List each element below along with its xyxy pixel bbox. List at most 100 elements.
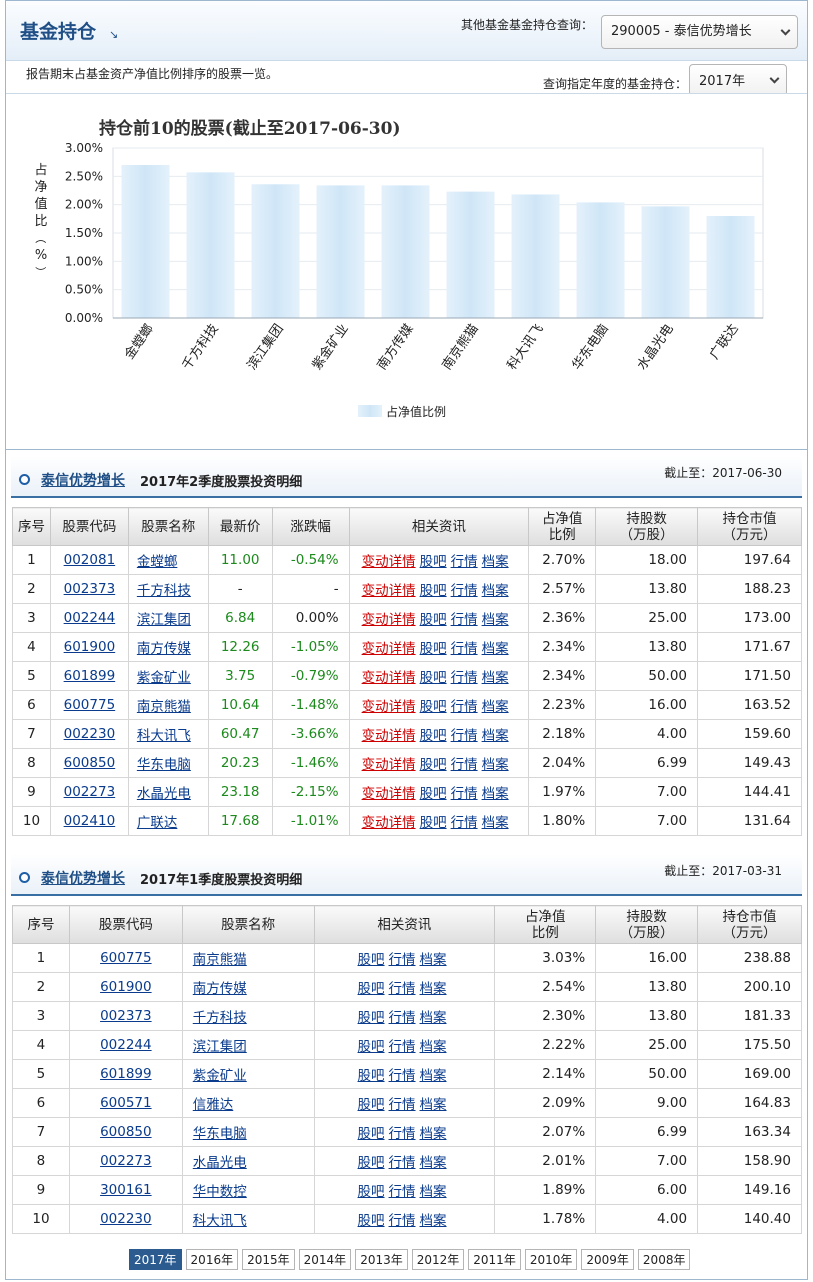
info-link[interactable]: 股吧	[420, 786, 447, 802]
info-link[interactable]: 股吧	[358, 1155, 385, 1171]
bar[interactable]	[251, 184, 300, 318]
stock-name-link[interactable]: 科大讯飞	[193, 1213, 247, 1229]
stock-code-link[interactable]: 002230	[64, 726, 116, 742]
info-link[interactable]: 档案	[420, 981, 447, 997]
info-link[interactable]: 档案	[482, 554, 509, 570]
legend-label[interactable]: 占净值比例	[386, 404, 446, 419]
info-link[interactable]: 股吧	[420, 728, 447, 744]
info-link[interactable]: 行情	[389, 981, 416, 997]
info-link[interactable]: 股吧	[358, 1068, 385, 1084]
info-link[interactable]: 行情	[451, 728, 478, 744]
change-detail-link[interactable]: 变动详情	[362, 815, 416, 831]
stock-name-link[interactable]: 华中数控	[193, 1184, 247, 1200]
change-detail-link[interactable]: 变动详情	[362, 670, 416, 686]
info-link[interactable]: 行情	[451, 786, 478, 802]
stock-code-link[interactable]: 002373	[64, 581, 116, 597]
change-detail-link[interactable]: 变动详情	[362, 612, 416, 628]
info-link[interactable]: 档案	[482, 728, 509, 744]
info-link[interactable]: 档案	[420, 952, 447, 968]
info-link[interactable]: 股吧	[420, 554, 447, 570]
q1-fund-link[interactable]: 泰信优势增长	[41, 868, 125, 888]
stock-code-link[interactable]: 600850	[64, 755, 116, 771]
info-link[interactable]: 股吧	[420, 641, 447, 657]
info-link[interactable]: 股吧	[358, 1039, 385, 1055]
info-link[interactable]: 档案	[420, 1068, 447, 1084]
stock-name-link[interactable]: 信雅达	[193, 1097, 234, 1113]
info-link[interactable]: 行情	[451, 554, 478, 570]
stock-code-link[interactable]: 002244	[100, 1037, 152, 1053]
info-link[interactable]: 档案	[420, 1010, 447, 1026]
stock-code-link[interactable]: 002373	[100, 1008, 152, 1024]
stock-code-link[interactable]: 002273	[64, 784, 116, 800]
year-tab[interactable]: 2008年	[637, 1249, 691, 1270]
info-link[interactable]: 股吧	[358, 1213, 385, 1229]
stock-code-link[interactable]: 600775	[100, 950, 152, 966]
info-link[interactable]: 档案	[482, 815, 509, 831]
info-link[interactable]: 档案	[482, 583, 509, 599]
info-link[interactable]: 股吧	[358, 952, 385, 968]
info-link[interactable]: 行情	[451, 612, 478, 628]
info-link[interactable]: 股吧	[420, 670, 447, 686]
stock-code-link[interactable]: 600850	[100, 1124, 152, 1140]
stock-code-link[interactable]: 002273	[100, 1153, 152, 1169]
bar[interactable]	[511, 194, 560, 318]
stock-name-link[interactable]: 南京熊猫	[193, 952, 247, 968]
change-detail-link[interactable]: 变动详情	[362, 757, 416, 773]
stock-name-link[interactable]: 紫金矿业	[193, 1068, 247, 1084]
info-link[interactable]: 档案	[420, 1039, 447, 1055]
bar[interactable]	[121, 165, 170, 318]
info-link[interactable]: 档案	[420, 1184, 447, 1200]
stock-name-link[interactable]: 金螳螂	[137, 554, 178, 570]
bar[interactable]	[316, 185, 365, 318]
stock-name-link[interactable]: 千方科技	[193, 1010, 247, 1026]
info-link[interactable]: 档案	[420, 1213, 447, 1229]
year-tab[interactable]: 2014年	[298, 1249, 352, 1270]
info-link[interactable]: 股吧	[358, 1097, 385, 1113]
year-tab[interactable]: 2010年	[524, 1249, 578, 1270]
info-link[interactable]: 股吧	[358, 981, 385, 997]
info-link[interactable]: 股吧	[358, 1126, 385, 1142]
stock-name-link[interactable]: 科大讯飞	[137, 728, 191, 744]
info-link[interactable]: 档案	[482, 612, 509, 628]
stock-code-link[interactable]: 601899	[64, 668, 116, 684]
stock-code-link[interactable]: 601900	[100, 979, 152, 995]
info-link[interactable]: 档案	[482, 757, 509, 773]
change-detail-link[interactable]: 变动详情	[362, 583, 416, 599]
bar[interactable]	[381, 185, 430, 318]
year-tab[interactable]: 2013年	[355, 1249, 408, 1270]
info-link[interactable]: 股吧	[358, 1184, 385, 1200]
info-link[interactable]: 股吧	[420, 583, 447, 599]
info-link[interactable]: 行情	[389, 1010, 416, 1026]
bar[interactable]	[576, 202, 625, 318]
stock-name-link[interactable]: 水晶光电	[193, 1155, 247, 1171]
stock-code-link[interactable]: 600571	[100, 1095, 152, 1111]
change-detail-link[interactable]: 变动详情	[362, 786, 416, 802]
stock-name-link[interactable]: 华东电脑	[137, 757, 191, 773]
info-link[interactable]: 行情	[451, 757, 478, 773]
bar[interactable]	[706, 216, 755, 318]
info-link[interactable]: 档案	[420, 1097, 447, 1113]
stock-name-link[interactable]: 千方科技	[137, 583, 191, 599]
stock-code-link[interactable]: 600775	[64, 697, 116, 713]
info-link[interactable]: 行情	[389, 1068, 416, 1084]
q2-fund-link[interactable]: 泰信优势增长	[41, 470, 125, 490]
info-link[interactable]: 行情	[389, 1184, 416, 1200]
info-link[interactable]: 档案	[420, 1126, 447, 1142]
change-detail-link[interactable]: 变动详情	[362, 699, 416, 715]
info-link[interactable]: 行情	[389, 952, 416, 968]
info-link[interactable]: 档案	[482, 786, 509, 802]
change-detail-link[interactable]: 变动详情	[362, 728, 416, 744]
bar[interactable]	[446, 191, 495, 318]
info-link[interactable]: 档案	[420, 1155, 447, 1171]
info-link[interactable]: 股吧	[420, 612, 447, 628]
stock-name-link[interactable]: 南方传媒	[193, 981, 247, 997]
stock-code-link[interactable]: 601899	[100, 1066, 152, 1082]
stock-code-link[interactable]: 601900	[64, 639, 116, 655]
info-link[interactable]: 行情	[389, 1213, 416, 1229]
stock-code-link[interactable]: 002081	[64, 552, 116, 568]
stock-code-link[interactable]: 002244	[64, 610, 116, 626]
info-link[interactable]: 行情	[389, 1039, 416, 1055]
fund-select[interactable]: 290005 - 泰信优势增长	[601, 15, 798, 49]
stock-name-link[interactable]: 紫金矿业	[137, 670, 191, 686]
year-tab[interactable]: 2012年	[411, 1249, 465, 1270]
